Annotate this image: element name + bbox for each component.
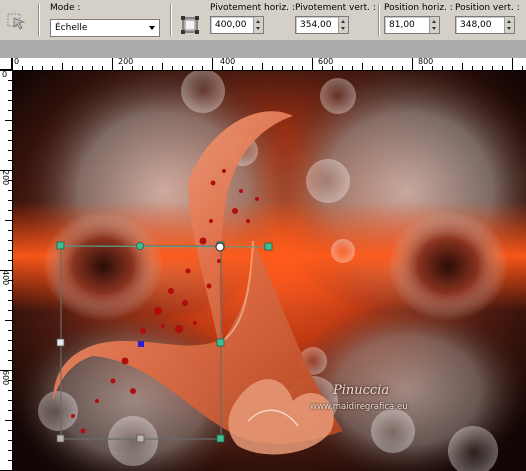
spinner-icon[interactable] — [338, 17, 348, 33]
watermark-name: Pinuccia — [333, 383, 390, 398]
mode-value: Échelle — [55, 23, 88, 33]
position-vert-value: 348,00 — [460, 20, 492, 30]
pick-tool-icon[interactable] — [4, 8, 28, 32]
ruler-label: 800 — [418, 57, 434, 66]
mode-dropdown[interactable]: Échelle — [50, 19, 160, 37]
position-horiz-input[interactable]: 81,00 — [384, 16, 440, 34]
toolbar: Mode : Échelle Pivotement horiz. : 400,0… — [0, 0, 526, 41]
ruler-label: 600 — [318, 57, 334, 66]
pivot-horiz-value: 400,00 — [215, 20, 247, 30]
pivot-vert-input[interactable]: 354,00 — [295, 16, 349, 34]
ruler-horizontal-ticks — [12, 58, 523, 70]
ruler-label: 400 — [1, 270, 10, 286]
ruler-label: 0 — [14, 57, 20, 66]
ruler-horizontal: 0 200 400 600 800 — [12, 58, 526, 71]
position-vert-label: Position vert. : — [455, 3, 520, 13]
pivot-horiz-label: Pivotement horiz. : — [210, 3, 295, 13]
pivot-horiz-input[interactable]: 400,00 — [210, 16, 264, 34]
position-vert-input[interactable]: 348,00 — [455, 16, 515, 34]
ruler-label: 600 — [1, 370, 10, 386]
ruler-label: 0 — [2, 70, 8, 79]
position-horiz-label: Position horiz. : — [384, 3, 453, 13]
toolbar-separator — [38, 4, 40, 36]
image-canvas[interactable]: Pinuccia www.maidiregrafica.eu — [13, 71, 526, 471]
ruler-label: 200 — [118, 57, 134, 66]
ruler-corner — [0, 58, 12, 70]
ruler-vertical: 0 200 400 600 — [0, 70, 13, 471]
pivot-vert-value: 354,00 — [300, 20, 332, 30]
pivot-vert-label: Pivotement vert. : — [295, 3, 376, 13]
spinner-icon[interactable] — [429, 17, 439, 33]
spinner-icon[interactable] — [253, 17, 263, 33]
toolbar-separator — [170, 4, 172, 36]
watermark-url: www.maidiregrafica.eu — [310, 402, 408, 412]
position-horiz-value: 81,00 — [389, 20, 415, 30]
spinner-icon[interactable] — [504, 17, 514, 33]
ruler-label: 200 — [1, 170, 10, 186]
ruler-label: 400 — [220, 57, 236, 66]
artwork — [13, 71, 526, 471]
mode-label: Mode : — [50, 3, 81, 13]
chevron-down-icon — [149, 26, 155, 30]
toolbar-separator — [378, 4, 380, 36]
workspace-background — [0, 40, 526, 58]
transform-icon[interactable] — [179, 14, 203, 38]
